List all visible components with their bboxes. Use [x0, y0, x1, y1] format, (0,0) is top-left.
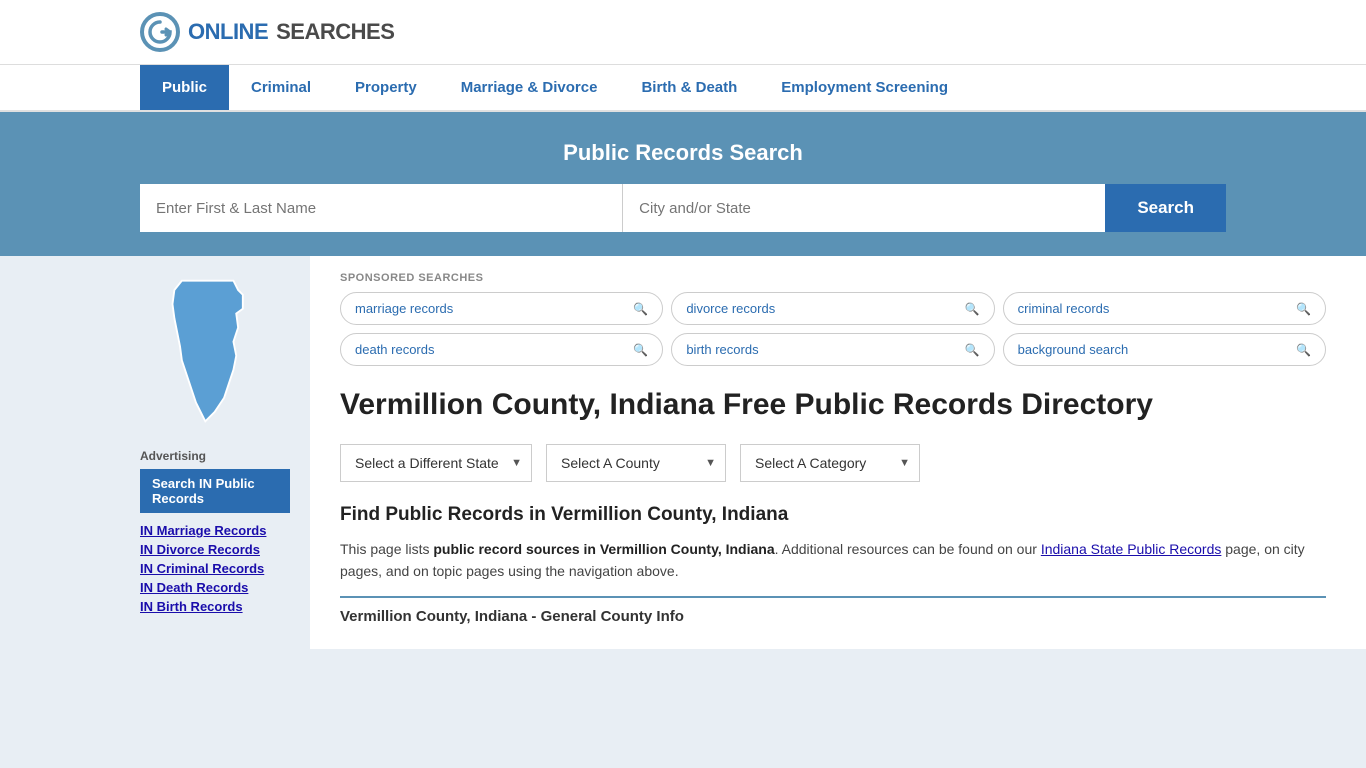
county-dropdown-wrapper: Select A County ▼: [546, 444, 726, 482]
main-wrapper: Advertising Search IN Public Records IN …: [0, 256, 1366, 649]
search-icon-death: 🔍: [633, 343, 648, 357]
county-info-bar: Vermillion County, Indiana - General Cou…: [340, 596, 1326, 625]
county-info-title: Vermillion County, Indiana - General Cou…: [340, 608, 1326, 625]
pill-birth[interactable]: birth records 🔍: [671, 333, 994, 366]
section-title: Find Public Records in Vermillion County…: [340, 504, 1326, 526]
search-banner-title: Public Records Search: [140, 140, 1226, 166]
pill-background[interactable]: background search 🔍: [1003, 333, 1326, 366]
indiana-records-link[interactable]: Indiana State Public Records: [1041, 541, 1222, 557]
nav-item-birth-death[interactable]: Birth & Death: [619, 65, 759, 110]
county-dropdown[interactable]: Select A County: [546, 444, 726, 482]
sidebar-links: IN Marriage Records IN Divorce Records I…: [140, 523, 290, 616]
indiana-map: [150, 276, 270, 426]
name-input[interactable]: [140, 184, 623, 232]
pill-death[interactable]: death records 🔍: [340, 333, 663, 366]
search-icon-background: 🔍: [1296, 343, 1311, 357]
logo-text-online: ONLINE: [188, 19, 268, 45]
nav-item-public[interactable]: Public: [140, 65, 229, 110]
search-pills: marriage records 🔍 divorce records 🔍 cri…: [340, 292, 1326, 366]
search-icon-criminal: 🔍: [1296, 302, 1311, 316]
nav-item-property[interactable]: Property: [333, 65, 439, 110]
dropdowns-row: Select a Different State ▼ Select A Coun…: [340, 444, 1326, 482]
body-text-bold: public record sources in Vermillion Coun…: [433, 541, 774, 557]
category-dropdown-wrapper: Select A Category ▼: [740, 444, 920, 482]
body-text-1: This page lists: [340, 541, 433, 557]
pill-marriage-text: marriage records: [355, 301, 453, 316]
pill-birth-text: birth records: [686, 342, 758, 357]
sidebar: Advertising Search IN Public Records IN …: [0, 256, 310, 649]
search-form: Search: [140, 184, 1226, 232]
sidebar-link-divorce[interactable]: IN Divorce Records: [140, 542, 290, 557]
pill-criminal-text: criminal records: [1018, 301, 1110, 316]
header: ONLINE SEARCHES: [0, 0, 1366, 65]
main-nav: Public Criminal Property Marriage & Divo…: [0, 65, 1366, 112]
sidebar-link-birth[interactable]: IN Birth Records: [140, 599, 290, 614]
search-icon-divorce: 🔍: [965, 302, 980, 316]
logo-icon: [140, 12, 180, 52]
pill-divorce-text: divorce records: [686, 301, 775, 316]
sponsored-label: SPONSORED SEARCHES: [340, 272, 1326, 284]
logo-text-searches: SEARCHES: [276, 19, 394, 45]
state-dropdown[interactable]: Select a Different State: [340, 444, 532, 482]
search-icon-marriage: 🔍: [633, 302, 648, 316]
nav-item-marriage-divorce[interactable]: Marriage & Divorce: [439, 65, 620, 110]
advertising-label: Advertising: [140, 449, 290, 463]
pill-background-text: background search: [1018, 342, 1129, 357]
ad-button[interactable]: Search IN Public Records: [140, 469, 290, 513]
state-dropdown-wrapper: Select a Different State ▼: [340, 444, 532, 482]
logo: ONLINE SEARCHES: [140, 12, 394, 52]
body-text-2: . Additional resources can be found on o…: [775, 541, 1041, 557]
sidebar-link-death[interactable]: IN Death Records: [140, 580, 290, 595]
category-dropdown[interactable]: Select A Category: [740, 444, 920, 482]
sidebar-link-criminal[interactable]: IN Criminal Records: [140, 561, 290, 576]
pill-divorce[interactable]: divorce records 🔍: [671, 292, 994, 325]
search-banner: Public Records Search Search: [0, 112, 1366, 256]
pill-death-text: death records: [355, 342, 435, 357]
search-icon-birth: 🔍: [965, 343, 980, 357]
nav-item-employment[interactable]: Employment Screening: [759, 65, 970, 110]
pill-criminal[interactable]: criminal records 🔍: [1003, 292, 1326, 325]
main-content: SPONSORED SEARCHES marriage records 🔍 di…: [310, 256, 1366, 649]
nav-item-criminal[interactable]: Criminal: [229, 65, 333, 110]
location-input[interactable]: [623, 184, 1105, 232]
pill-marriage[interactable]: marriage records 🔍: [340, 292, 663, 325]
body-text: This page lists public record sources in…: [340, 538, 1326, 583]
page-title: Vermillion County, Indiana Free Public R…: [340, 386, 1326, 424]
search-button[interactable]: Search: [1105, 184, 1226, 232]
sidebar-link-marriage[interactable]: IN Marriage Records: [140, 523, 290, 538]
